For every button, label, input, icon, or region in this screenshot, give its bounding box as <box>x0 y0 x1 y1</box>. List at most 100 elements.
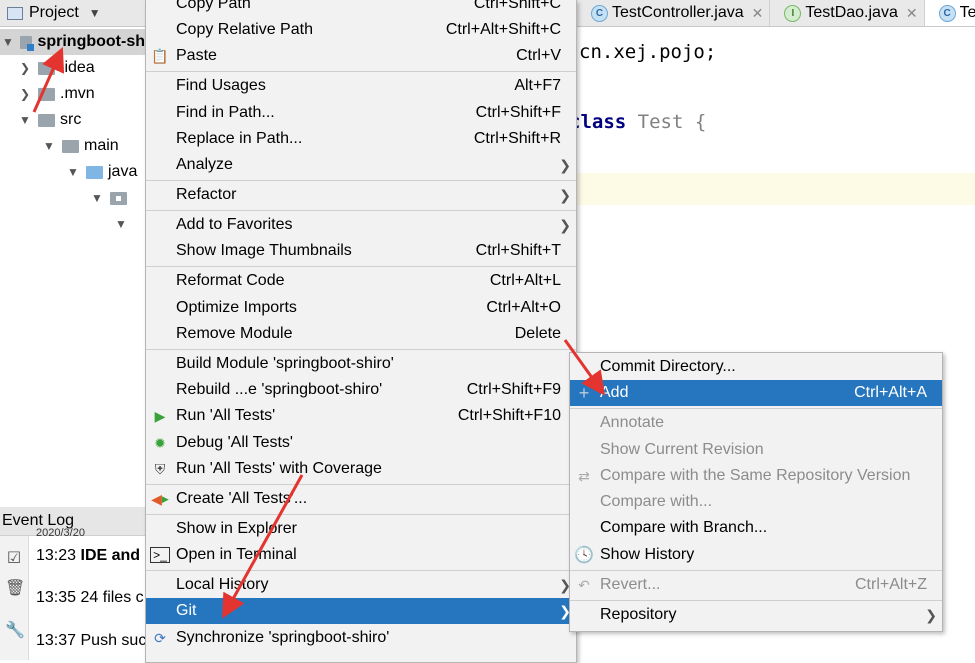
code-class-name: Test { <box>637 111 707 133</box>
menu-item-remove-module[interactable]: Remove Module Delete <box>146 321 576 347</box>
menu-item-refactor[interactable]: Refactor ❯ <box>146 182 576 208</box>
terminal-icon: >_ <box>150 546 170 564</box>
menu-item-show-image-thumbnails[interactable]: Show Image Thumbnails Ctrl+Shift+T <box>146 238 576 264</box>
event-log-panel: Event Log ☑ 🗑 🔧 2020/3/20 13:23 IDE and … <box>0 507 147 660</box>
chevron-down-icon[interactable]: ▼ <box>89 6 101 20</box>
clock-icon: 🕓 <box>574 547 594 564</box>
menu-item-show-in-explorer[interactable]: Show in Explorer <box>146 516 576 542</box>
chevron-down-icon[interactable]: ▼ <box>66 165 80 179</box>
menu-item-find-in-path[interactable]: Find in Path... Ctrl+Shift+F <box>146 100 576 126</box>
tab-label: TestController.java <box>612 4 744 21</box>
context-menu: Copy Path Ctrl+Shift+C Copy Relative Pat… <box>145 0 577 663</box>
tab-test-controller[interactable]: C TestController.java ✕ <box>577 0 771 26</box>
run-icon: ▶ <box>154 407 166 424</box>
sync-icon: ⟳ <box>154 629 166 646</box>
folder-icon <box>38 113 55 127</box>
menu-item-open-in-terminal[interactable]: >_ Open in Terminal <box>146 542 576 568</box>
menu-item-add-to-favorites[interactable]: Add to Favorites ❯ <box>146 212 576 238</box>
menu-item-copy-relative-path[interactable]: Copy Relative Path Ctrl+Alt+Shift+C <box>146 17 576 43</box>
menu-item-build-module[interactable]: Build Module 'springboot-shiro' <box>146 351 576 377</box>
source-folder-icon <box>86 165 103 179</box>
menu-item-run-all-tests[interactable]: ▶ Run 'All Tests' Ctrl+Shift+F10 <box>146 403 576 429</box>
code-line-class: class Test { <box>569 111 706 133</box>
menu-separator <box>570 570 942 571</box>
menu-item-compare-same-repo[interactable]: ⇄ Compare with the Same Repository Versi… <box>570 463 942 489</box>
menu-item-debug-all-tests[interactable]: ✹ Debug 'All Tests' <box>146 430 576 456</box>
tree-item-mvn[interactable]: ❯ .mvn <box>18 81 95 107</box>
trash-icon[interactable]: 🗑 <box>5 578 25 597</box>
chevron-right-icon: ❯ <box>925 606 937 623</box>
chevron-right-icon[interactable]: ❯ <box>18 61 32 75</box>
class-icon: C <box>591 4 608 22</box>
menu-separator <box>146 349 576 350</box>
tab-test-dao[interactable]: I TestDao.java ✕ <box>770 0 925 26</box>
menu-item-optimize-imports[interactable]: Optimize Imports Ctrl+Alt+O <box>146 295 576 321</box>
menu-item-find-usages[interactable]: Find Usages Alt+F7 <box>146 73 576 99</box>
menu-item-paste[interactable]: 📋 Paste Ctrl+V <box>146 43 576 69</box>
project-panel-header[interactable]: Project ▼ <box>0 0 145 27</box>
tree-item-label: main <box>84 137 119 154</box>
chevron-right-icon: ❯ <box>559 156 571 173</box>
tree-item-idea[interactable]: ❯ .idea <box>18 55 95 81</box>
create-test-icon: ◀ ▶ <box>151 490 169 507</box>
menu-item-commit-directory[interactable]: Commit Directory... <box>570 354 942 380</box>
tab-test[interactable]: C Te <box>924 0 975 26</box>
mark-read-icon[interactable]: ☑ <box>5 548 23 567</box>
menu-item-synchronize[interactable]: ⟳ Synchronize 'springboot-shiro' <box>146 625 576 651</box>
menu-separator <box>146 570 576 571</box>
menu-item-show-current-revision[interactable]: Show Current Revision <box>570 437 942 463</box>
folder-icon <box>38 87 55 101</box>
event-row: 13:37 Push suc <box>36 632 147 649</box>
tree-item-root[interactable]: ▼ springboot-sh <box>0 29 145 55</box>
revert-icon: ↶ <box>578 576 590 593</box>
menu-item-git[interactable]: Git ❯ <box>146 598 576 624</box>
menu-item-replace-in-path[interactable]: Replace in Path... Ctrl+Shift+R <box>146 126 576 152</box>
menu-item-annotate[interactable]: Annotate <box>570 410 942 436</box>
menu-item-reformat-code[interactable]: Reformat Code Ctrl+Alt+L <box>146 268 576 294</box>
chevron-down-icon[interactable]: ▼ <box>18 113 32 127</box>
tree-item-label: springboot-sh <box>37 33 145 50</box>
tab-label: Te <box>959 4 975 21</box>
menu-item-revert[interactable]: ↶ Revert... Ctrl+Alt+Z <box>570 572 942 598</box>
project-icon <box>7 6 23 20</box>
tree-item-subpackage[interactable]: ▼ <box>114 211 128 237</box>
menu-item-run-with-coverage[interactable]: ⛨ Run 'All Tests' with Coverage <box>146 456 576 482</box>
close-icon[interactable]: ✕ <box>752 5 764 22</box>
menu-item-rebuild[interactable]: Rebuild ...e 'springboot-shiro' Ctrl+Shi… <box>146 377 576 403</box>
event-date: 2020/3/20 <box>36 527 85 539</box>
git-submenu: Commit Directory... + Add Ctrl+Alt+A Ann… <box>569 352 943 632</box>
tree-item-label: src <box>60 111 82 128</box>
editor-tabs: C TestController.java ✕ I TestDao.java ✕… <box>577 0 975 27</box>
coverage-shield-icon: ⛨ <box>154 460 166 477</box>
chevron-right-icon: ❯ <box>559 216 571 233</box>
debug-bug-icon: ✹ <box>154 434 166 451</box>
menu-item-analyze[interactable]: Analyze ❯ <box>146 152 576 178</box>
tree-item-label: .idea <box>60 59 95 76</box>
tree-item-label: .mvn <box>60 85 95 102</box>
menu-item-show-history[interactable]: 🕓 Show History <box>570 542 942 568</box>
clipboard-icon: 📋 <box>151 47 169 64</box>
menu-separator <box>146 180 576 181</box>
menu-item-create-all-tests[interactable]: ◀ ▶ Create 'All Tests'... <box>146 486 576 512</box>
package-icon <box>110 191 127 205</box>
tree-item-main[interactable]: ▼ main <box>42 133 119 159</box>
menu-item-add[interactable]: + Add Ctrl+Alt+A <box>570 380 942 406</box>
menu-separator <box>570 600 942 601</box>
chevron-down-icon[interactable]: ▼ <box>90 191 104 205</box>
chevron-right-icon[interactable]: ❯ <box>18 87 32 101</box>
menu-item-compare-with-branch[interactable]: Compare with Branch... <box>570 515 942 541</box>
menu-item-repository[interactable]: Repository ❯ <box>570 602 942 628</box>
chevron-down-icon[interactable]: ▼ <box>42 139 56 153</box>
menu-separator <box>146 71 576 72</box>
menu-item-local-history[interactable]: Local History ❯ <box>146 572 576 598</box>
wrench-icon[interactable]: 🔧 <box>5 620 25 639</box>
close-icon[interactable]: ✕ <box>906 5 918 22</box>
menu-item-compare-with[interactable]: Compare with... <box>570 489 942 515</box>
chevron-down-icon[interactable]: ▼ <box>2 35 14 49</box>
menu-item-copy-path[interactable]: Copy Path Ctrl+Shift+C <box>146 0 576 17</box>
tree-item-package[interactable]: ▼ <box>90 185 132 211</box>
tree-item-src[interactable]: ▼ src <box>18 107 81 133</box>
chevron-down-icon[interactable]: ▼ <box>114 217 128 231</box>
menu-separator <box>146 484 576 485</box>
tree-item-java[interactable]: ▼ java <box>66 159 137 185</box>
